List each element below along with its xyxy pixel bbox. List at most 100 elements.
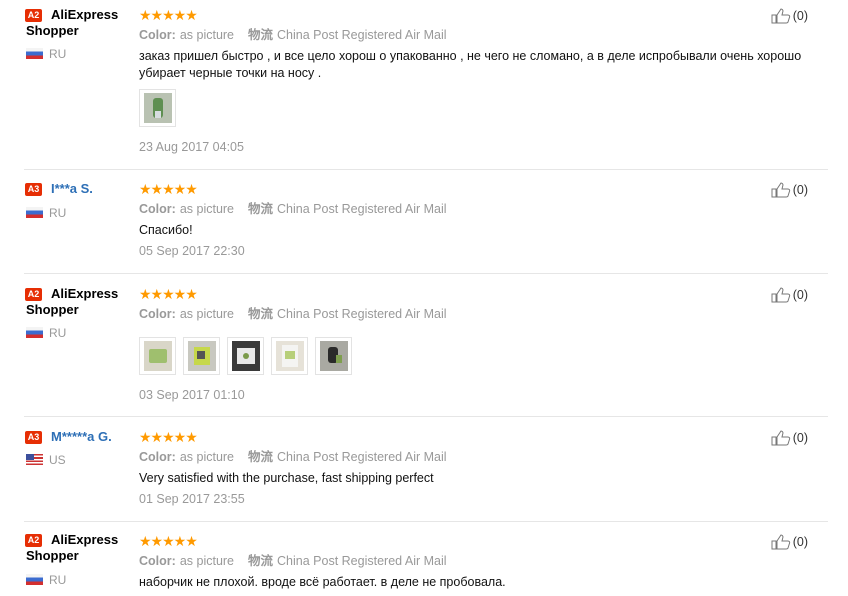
buyer-level-badge: A2 xyxy=(25,9,42,22)
helpful-count: (0) xyxy=(792,535,808,549)
star-rating: ★★★★★ xyxy=(139,7,198,23)
shipping-label: 物流 xyxy=(248,450,274,464)
shipping-value: China Post Registered Air Mail xyxy=(277,202,447,216)
photo-thumbnail-icon xyxy=(143,341,172,371)
color-value: as picture xyxy=(179,554,235,568)
review-photos xyxy=(139,89,176,127)
review-text: заказ пришел быстро , и все цело хорош о… xyxy=(139,49,802,80)
shipping-value: China Post Registered Air Mail xyxy=(277,307,447,321)
buyer-country: US xyxy=(26,453,66,467)
buyer-name-line2[interactable]: Shopper xyxy=(26,23,79,39)
helpful-button[interactable]: (0) xyxy=(771,430,808,446)
ru-flag-icon xyxy=(26,48,43,59)
helpful-count: (0) xyxy=(792,288,808,302)
review-item: A2 AliExpress Shopper RU ★★★★★ Color: as … xyxy=(0,522,828,596)
helpful-button[interactable]: (0) xyxy=(771,8,808,24)
shipping-value: China Post Registered Air Mail xyxy=(277,450,447,464)
photo-thumbnail-icon xyxy=(143,93,172,123)
buyer-country: RU xyxy=(26,326,66,340)
buyer-name-line2[interactable]: Shopper xyxy=(26,548,79,564)
country-code: RU xyxy=(49,326,67,340)
review-photo[interactable] xyxy=(139,337,176,375)
order-attributes: Color: as picture 物流 China Post Registered … xyxy=(139,306,447,322)
review-date: 05 Sep 2017 22:30 xyxy=(139,244,245,258)
star-rating: ★★★★★ xyxy=(139,533,198,549)
order-attributes: Color: as picture 物流 China Post Registered … xyxy=(139,201,447,217)
order-attributes: Color: as picture 物流 China Post Registered … xyxy=(139,449,447,465)
shipping-label: 物流 xyxy=(248,28,274,42)
shipping-label: 物流 xyxy=(248,307,274,321)
photo-thumbnail-icon xyxy=(231,341,260,371)
helpful-button[interactable]: (0) xyxy=(771,182,808,198)
buyer-level-badge: A2 xyxy=(25,534,42,547)
shipping-value: China Post Registered Air Mail xyxy=(277,554,447,568)
country-code: RU xyxy=(49,47,67,61)
thumbs-up-icon xyxy=(771,534,790,550)
buyer-name[interactable]: M*****a G. xyxy=(51,429,112,445)
review-item: A3 M*****a G. US ★★★★★ Color: as picture 物… xyxy=(0,417,828,521)
color-value: as picture xyxy=(179,28,235,42)
thumbs-up-icon xyxy=(771,182,790,198)
helpful-count: (0) xyxy=(792,9,808,23)
color-value: as picture xyxy=(179,307,235,321)
shipping-value: China Post Registered Air Mail xyxy=(277,28,447,42)
color-label: Color: xyxy=(139,307,176,321)
color-label: Color: xyxy=(139,554,176,568)
review-photos xyxy=(139,337,352,375)
review-item: A2 AliExpress Shopper RU ★★★★★ Color: as … xyxy=(0,0,828,170)
buyer-country: RU xyxy=(26,206,66,220)
ru-flag-icon xyxy=(26,574,43,585)
buyer-level-badge: A3 xyxy=(25,183,42,196)
buyer-country: RU xyxy=(26,573,66,587)
country-code: US xyxy=(49,453,66,467)
review-text: наборчик не плохой. вроде всё работает. … xyxy=(139,575,506,589)
buyer-name-line2[interactable]: Shopper xyxy=(26,302,79,318)
photo-thumbnail-icon xyxy=(187,341,216,371)
color-label: Color: xyxy=(139,450,176,464)
review-item: A2 AliExpress Shopper RU ★★★★★ Color: as … xyxy=(0,274,828,416)
buyer-name[interactable]: AliExpress xyxy=(51,286,118,302)
buyer-country: RU xyxy=(26,47,66,61)
photo-thumbnail-icon xyxy=(319,341,348,371)
review-date: 23 Aug 2017 04:05 xyxy=(139,140,244,154)
order-attributes: Color: as picture 物流 China Post Registered … xyxy=(139,27,447,43)
photo-thumbnail-icon xyxy=(275,341,304,371)
shipping-label: 物流 xyxy=(248,202,274,216)
review-date: 01 Sep 2017 23:55 xyxy=(139,492,245,506)
helpful-button[interactable]: (0) xyxy=(771,287,808,303)
color-value: as picture xyxy=(179,450,235,464)
buyer-name[interactable]: AliExpress xyxy=(51,7,118,23)
buyer-level-badge: A2 xyxy=(25,288,42,301)
star-rating: ★★★★★ xyxy=(139,181,198,197)
ru-flag-icon xyxy=(26,327,43,338)
buyer-level-badge: A3 xyxy=(25,431,42,444)
star-rating: ★★★★★ xyxy=(139,429,198,445)
country-code: RU xyxy=(49,573,67,587)
shipping-label: 物流 xyxy=(248,554,274,568)
star-rating: ★★★★★ xyxy=(139,286,198,302)
helpful-count: (0) xyxy=(792,431,808,445)
review-item: A3 I***a S. RU ★★★★★ Color: as picture 物流 C… xyxy=(0,170,828,273)
review-text: Very satisfied with the purchase, fast s… xyxy=(139,471,434,485)
review-photo[interactable] xyxy=(315,337,352,375)
thumbs-up-icon xyxy=(771,287,790,303)
buyer-name[interactable]: I***a S. xyxy=(51,181,93,197)
thumbs-up-icon xyxy=(771,8,790,24)
order-attributes: Color: as picture 物流 China Post Registered … xyxy=(139,553,447,569)
color-label: Color: xyxy=(139,202,176,216)
helpful-count: (0) xyxy=(792,183,808,197)
review-photo[interactable] xyxy=(183,337,220,375)
review-text: Спасибо! xyxy=(139,223,193,237)
us-flag-icon xyxy=(26,454,43,465)
ru-flag-icon xyxy=(26,207,43,218)
review-photo[interactable] xyxy=(139,89,176,127)
helpful-button[interactable]: (0) xyxy=(771,534,808,550)
thumbs-up-icon xyxy=(771,430,790,446)
review-photo[interactable] xyxy=(227,337,264,375)
country-code: RU xyxy=(49,206,67,220)
review-date: 03 Sep 2017 01:10 xyxy=(139,388,245,402)
color-value: as picture xyxy=(179,202,235,216)
review-photo[interactable] xyxy=(271,337,308,375)
color-label: Color: xyxy=(139,28,176,42)
buyer-name[interactable]: AliExpress xyxy=(51,532,118,548)
